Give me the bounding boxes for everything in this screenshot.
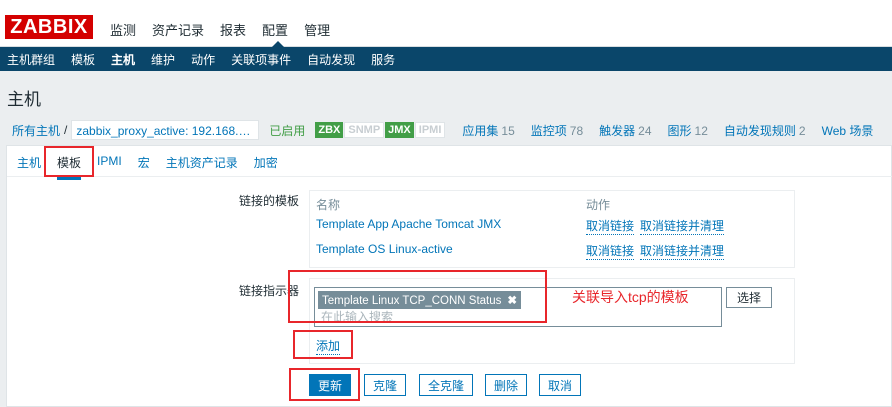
stat-items-label: 监控项 xyxy=(530,123,567,138)
add-template-link[interactable]: 添加 xyxy=(316,337,341,355)
unlink-button[interactable]: 取消链接 xyxy=(586,217,635,235)
submenu-maintenance[interactable]: 维护 xyxy=(151,51,175,68)
breadcrumb-separator: / xyxy=(64,123,68,137)
stat-items[interactable]: 监控项 78 xyxy=(531,122,583,139)
col-action-header: 动作 xyxy=(586,198,611,212)
submenu-actions[interactable]: 动作 xyxy=(191,51,215,68)
stat-web-scenarios-label: Web 场景 xyxy=(821,123,874,138)
template-search-input[interactable] xyxy=(321,310,621,324)
update-button[interactable]: 更新 xyxy=(309,374,352,396)
stat-graphs-count: 12 xyxy=(694,123,708,138)
submenu-event-correlation[interactable]: 关联项事件 xyxy=(231,51,291,68)
stat-applications-label: 应用集 xyxy=(462,123,499,138)
unlink-button[interactable]: 取消链接 xyxy=(586,242,635,260)
clone-button[interactable]: 克隆 xyxy=(364,374,407,396)
cancel-button[interactable]: 取消 xyxy=(539,374,582,396)
menu-administration[interactable]: 管理 xyxy=(304,20,330,39)
remove-chip-icon[interactable]: ✖ xyxy=(507,295,517,307)
stat-items-count: 78 xyxy=(569,123,584,138)
stat-graphs[interactable]: 图形 12 xyxy=(668,122,708,139)
delete-button[interactable]: 删除 xyxy=(485,374,528,396)
sub-menu: 主机群组 模板 主机 维护 动作 关联项事件 自动发现 服务 xyxy=(0,47,892,71)
stat-discovery-rules-label: 自动发现规则 xyxy=(723,123,796,138)
annotation-note: 关联导入tcp的模板 xyxy=(572,289,689,305)
stat-web-scenarios[interactable]: Web 场景 xyxy=(822,122,874,139)
stat-triggers[interactable]: 触发器 24 xyxy=(599,122,651,139)
host-form-panel: 主机 模板 IPMI 宏 主机资产记录 加密 链接的模板 名称 动作 Templ… xyxy=(6,145,892,407)
top-bar: ZABBIX 监测 资产记录 报表 配置 管理 xyxy=(0,0,892,47)
selected-template-chip: Template Linux TCP_CONN Status ✖ xyxy=(318,291,522,309)
jmx-availability-badge: JMX xyxy=(385,122,414,138)
stat-graphs-label: 图形 xyxy=(667,123,692,138)
stat-discovery-rules-count: 2 xyxy=(798,123,806,138)
breadcrumb-all-hosts[interactable]: 所有主机 xyxy=(12,122,60,139)
submenu-templates[interactable]: 模板 xyxy=(71,51,95,68)
linked-templates-label: 链接的模板 xyxy=(238,194,299,208)
submenu-hosts[interactable]: 主机 xyxy=(111,51,135,68)
link-indicator-label: 链接指示器 xyxy=(238,284,299,298)
tabs-divider xyxy=(7,176,892,177)
selected-template-name: Template Linux TCP_CONN Status xyxy=(322,295,502,307)
linked-template-name[interactable]: Template App Apache Tomcat JMX xyxy=(316,217,501,231)
link-new-templates-box: Template Linux TCP_CONN Status ✖ 选择 添加 xyxy=(309,278,795,364)
select-button[interactable]: 选择 xyxy=(726,287,772,308)
linked-templates-table: 名称 动作 Template App Apache Tomcat JMX 取消链… xyxy=(309,190,795,268)
menu-monitoring[interactable]: 监测 xyxy=(110,20,136,39)
menu-reports[interactable]: 报表 xyxy=(220,20,246,39)
breadcrumb: 所有主机 / zabbix_proxy_active: 192.168.… 已启… xyxy=(0,119,892,141)
submenu-services[interactable]: 服务 xyxy=(371,51,395,68)
host-status-enabled[interactable]: 已启用 xyxy=(269,122,305,139)
stat-triggers-label: 触发器 xyxy=(599,123,636,138)
breadcrumb-host[interactable]: zabbix_proxy_active: 192.168.… xyxy=(71,120,260,140)
stat-discovery-rules[interactable]: 自动发现规则 2 xyxy=(724,122,806,139)
snmp-availability-badge: SNMP xyxy=(344,122,385,138)
col-name-header: 名称 xyxy=(316,198,341,212)
zbx-availability-badge: ZBX xyxy=(315,122,344,138)
main-menu: 监测 资产记录 报表 配置 管理 xyxy=(110,20,346,39)
unlink-and-clear-button[interactable]: 取消链接并清理 xyxy=(640,242,725,260)
ipmi-availability-badge: IPMI xyxy=(414,122,446,138)
zabbix-logo[interactable]: ZABBIX xyxy=(5,15,93,39)
menu-configuration[interactable]: 配置 xyxy=(262,20,288,39)
submenu-discovery[interactable]: 自动发现 xyxy=(307,51,355,68)
menu-inventory[interactable]: 资产记录 xyxy=(152,20,204,39)
unlink-and-clear-button[interactable]: 取消链接并清理 xyxy=(640,217,725,235)
stat-triggers-count: 24 xyxy=(638,123,652,138)
page-title: 主机 xyxy=(7,90,41,109)
full-clone-button[interactable]: 全克隆 xyxy=(419,374,474,396)
stat-applications[interactable]: 应用集 15 xyxy=(462,122,514,139)
linked-template-name[interactable]: Template OS Linux-active xyxy=(316,242,453,256)
submenu-host-groups[interactable]: 主机群组 xyxy=(7,51,55,68)
stat-applications-count: 15 xyxy=(501,123,515,138)
